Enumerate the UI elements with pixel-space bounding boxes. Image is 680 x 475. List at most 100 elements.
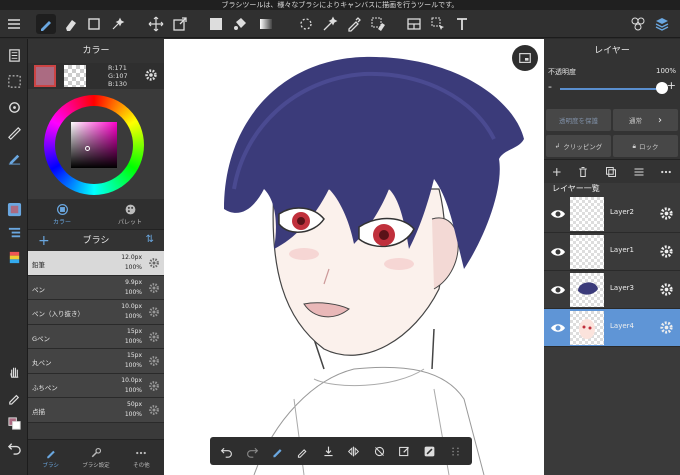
menu-icon[interactable] — [4, 14, 24, 34]
brush-item[interactable]: 丸ペン 15px 100% — [28, 349, 164, 374]
eyedropper-tool-icon[interactable] — [344, 14, 364, 34]
tab-color[interactable]: カラー — [28, 199, 96, 229]
color-picker-dot[interactable] — [85, 146, 90, 151]
palette-icon — [125, 204, 135, 214]
saturation-value-square[interactable] — [71, 122, 117, 168]
select-rect-icon[interactable] — [84, 14, 104, 34]
lock-button[interactable]: 🔒︎ ロック — [613, 135, 678, 157]
color-panel-toggle-icon[interactable] — [4, 199, 24, 219]
layer-settings-gear-icon[interactable] — [659, 206, 674, 221]
select-layer-icon[interactable] — [428, 14, 448, 34]
layer-row[interactable]: Layer3 — [544, 271, 680, 309]
brush-settings-gear-icon[interactable] — [148, 306, 160, 318]
add-layer-icon[interactable]: + — [552, 165, 562, 179]
sub-color-swatch[interactable] — [64, 65, 86, 87]
eraser-tool-icon[interactable] — [60, 14, 80, 34]
brush-item[interactable]: 鉛筆 12.0px 100% — [28, 251, 164, 276]
undo-rail-icon[interactable] — [4, 437, 24, 457]
move-tool-icon[interactable] — [146, 14, 166, 34]
color-swap-icon[interactable] — [4, 413, 24, 433]
brush-item[interactable]: 点描 50px 100% — [28, 398, 164, 423]
color-tabs: カラー パレット — [28, 199, 164, 229]
filter-button[interactable] — [421, 442, 439, 460]
main-color-swatch[interactable] — [34, 65, 56, 87]
undo-button[interactable] — [218, 442, 236, 460]
clipping-button[interactable]: ↲ クリッピング — [546, 135, 611, 157]
blur-tool-icon[interactable] — [296, 14, 316, 34]
text-tool-icon[interactable] — [452, 14, 472, 34]
layer-more-icon[interactable] — [660, 166, 672, 178]
tab-brush[interactable]: ブラシ — [28, 440, 73, 475]
brush-settings-gear-icon[interactable] — [148, 380, 160, 392]
tab-other[interactable]: その他 — [119, 440, 164, 475]
bucket-tool-icon[interactable] — [230, 14, 250, 34]
blend-mode-select[interactable]: 通常 › — [613, 109, 678, 131]
layer-row[interactable]: Layer2 — [544, 195, 680, 233]
save-button[interactable] — [319, 442, 337, 460]
brush-size: 15px — [127, 352, 142, 359]
page-manager-icon[interactable] — [4, 45, 24, 65]
opacity-increase-button[interactable]: + — [667, 79, 676, 92]
flip-button[interactable] — [345, 442, 363, 460]
drawing-canvas[interactable] — [164, 39, 544, 475]
brush-panel-toggle-icon[interactable] — [4, 223, 24, 243]
eyedropper-quick-icon[interactable] — [4, 387, 24, 407]
gradient-tool-icon[interactable] — [256, 14, 276, 34]
rotate-button[interactable] — [370, 442, 388, 460]
layers-toggle-icon[interactable] — [652, 14, 672, 34]
canvas-area[interactable] — [164, 39, 544, 475]
frame-divider-icon[interactable] — [404, 14, 424, 34]
visibility-eye-icon[interactable] — [550, 283, 566, 297]
visibility-eye-icon[interactable] — [550, 321, 566, 335]
tab-brush-settings-label: ブラシ設定 — [82, 462, 110, 469]
stabilizer-button[interactable] — [268, 442, 286, 460]
eyedropper-button[interactable] — [294, 442, 312, 460]
magic-select-icon[interactable] — [108, 14, 128, 34]
rotate-canvas-icon[interactable] — [4, 97, 24, 117]
snap-icon[interactable] — [4, 147, 24, 167]
tab-palette[interactable]: パレット — [96, 199, 164, 229]
layer-row[interactable]: Layer4 — [544, 309, 680, 347]
redo-button[interactable] — [243, 442, 261, 460]
selection-eraser-icon[interactable] — [368, 14, 388, 34]
brush-settings-gear-icon[interactable] — [148, 331, 160, 343]
layer-settings-gear-icon[interactable] — [659, 244, 674, 259]
hand-tool-icon[interactable] — [4, 361, 24, 381]
layer-thumbnail — [570, 273, 604, 307]
materials-icon[interactable] — [628, 14, 648, 34]
protect-alpha-button[interactable]: 透明度を保護 — [546, 109, 611, 131]
navigator-button[interactable] — [512, 45, 538, 71]
fill-color-icon[interactable] — [206, 14, 226, 34]
brush-item[interactable]: ペン 9.9px 100% — [28, 275, 164, 300]
visibility-eye-icon[interactable] — [550, 245, 566, 259]
opacity-decrease-button[interactable]: - — [548, 80, 552, 93]
brush-item[interactable]: ふちペン 10.0px 100% — [28, 373, 164, 398]
brush-settings-gear-icon[interactable] — [148, 404, 160, 416]
opacity-slider-track[interactable] — [560, 88, 664, 90]
brush-item[interactable]: Gペン 15px 100% — [28, 324, 164, 349]
ruler-icon[interactable] — [4, 123, 24, 143]
layer-row[interactable]: Layer1 — [544, 233, 680, 271]
sort-brush-icon[interactable]: ⇅ — [146, 234, 154, 245]
rotate-icon — [374, 446, 384, 456]
edit-layer-button[interactable] — [395, 442, 413, 460]
visibility-eye-icon[interactable] — [550, 207, 566, 221]
layer-list-icon[interactable] — [633, 166, 645, 178]
layer-settings-gear-icon[interactable] — [659, 282, 674, 297]
transform-tool-icon[interactable] — [170, 14, 190, 34]
selection-icon[interactable] — [4, 71, 24, 91]
more-button[interactable] — [446, 442, 464, 460]
brush-tool-icon[interactable] — [36, 14, 56, 34]
color-settings-gear-icon[interactable] — [144, 68, 158, 82]
tab-brush-settings[interactable]: ブラシ設定 — [73, 440, 118, 475]
opacity-control: 不透明度 100% - + — [544, 63, 680, 107]
duplicate-layer-icon[interactable] — [605, 166, 617, 178]
brush-settings-gear-icon[interactable] — [148, 282, 160, 294]
brush-settings-gear-icon[interactable] — [148, 257, 160, 269]
delete-layer-icon[interactable] — [577, 166, 589, 178]
brush-settings-gear-icon[interactable] — [148, 355, 160, 367]
layer-settings-gear-icon[interactable] — [659, 320, 674, 335]
magic-wand-icon[interactable] — [320, 14, 340, 34]
brush-item[interactable]: ペン（入り抜き） 10.0px 100% — [28, 300, 164, 325]
material-panel-toggle-icon[interactable] — [4, 247, 24, 267]
